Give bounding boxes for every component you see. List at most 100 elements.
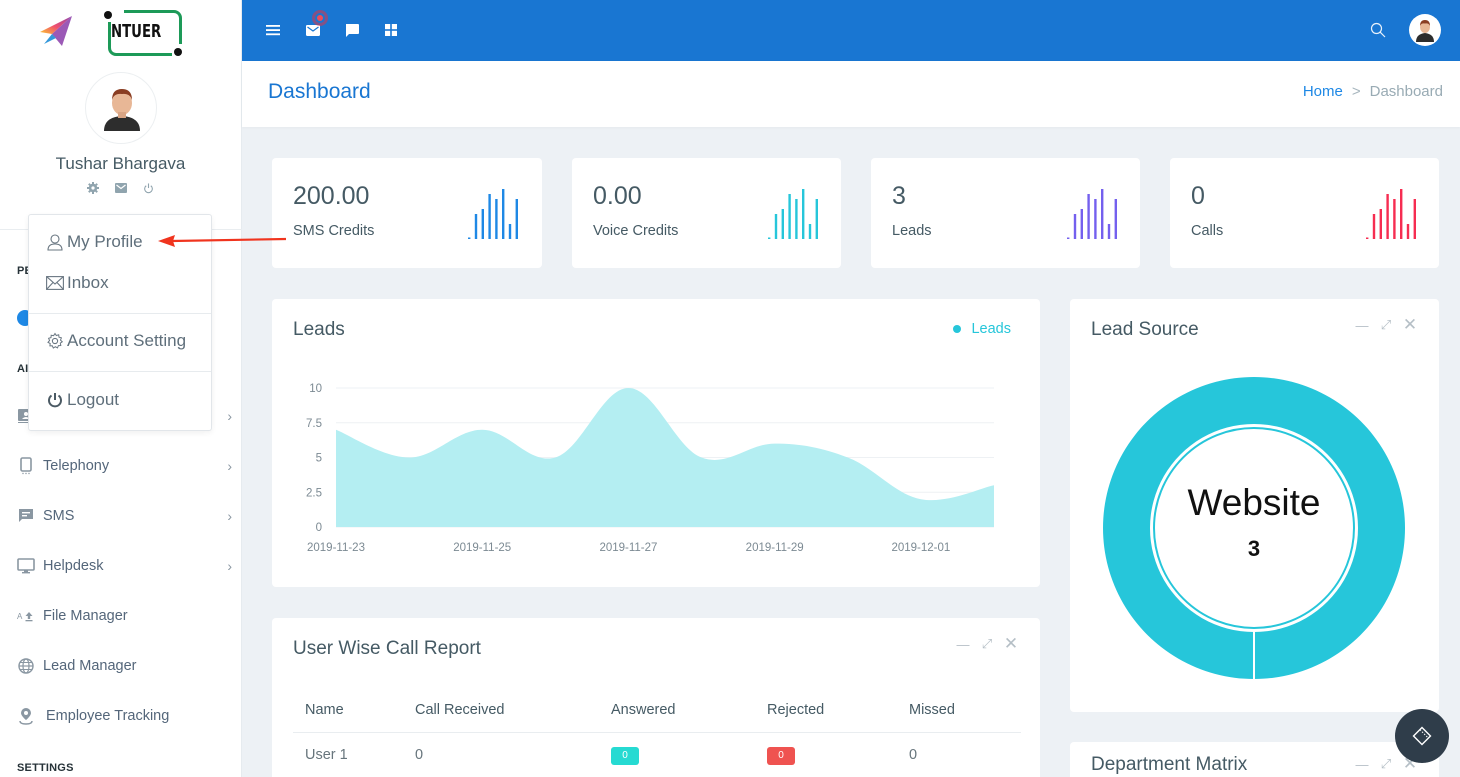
- lead-source-donut-chart: Website 3: [1103, 377, 1406, 679]
- sparkline-bar: [1080, 209, 1083, 239]
- y-tick-label: 5: [316, 453, 322, 465]
- mail-icon[interactable]: [114, 182, 127, 194]
- sparkline-bar: [1107, 224, 1111, 239]
- data-point[interactable]: [625, 385, 631, 391]
- svg-text:A: A: [17, 612, 23, 621]
- column-header-missed[interactable]: Missed: [897, 688, 1021, 733]
- user-name: Tushar Bhargava: [55, 154, 186, 173]
- x-tick-label: 2019-11-25: [453, 542, 511, 554]
- search-icon[interactable]: [1369, 21, 1387, 39]
- sidebar-item-file-manager[interactable]: A File Manager: [17, 601, 232, 631]
- sparkline-bar: [1101, 189, 1104, 239]
- sparkline-bar: [1393, 199, 1396, 239]
- cell-name: User 1: [305, 747, 348, 764]
- stat-label: Leads: [892, 223, 932, 239]
- stat-value: 200.00: [293, 182, 370, 210]
- chat-icon[interactable]: [343, 21, 361, 39]
- menu-item-inbox[interactable]: Inbox: [45, 273, 109, 293]
- column-header-call-received[interactable]: Call Received: [403, 688, 599, 733]
- user-avatar[interactable]: [84, 72, 157, 144]
- expand-icon[interactable]: ⤢: [980, 636, 994, 652]
- power-icon[interactable]: [143, 182, 155, 194]
- chevron-right-icon: ›: [227, 508, 232, 524]
- data-point[interactable]: [772, 441, 778, 447]
- chevron-right-icon: ›: [227, 458, 232, 474]
- sidebar-item-label: Telephony: [43, 458, 110, 474]
- menu-item-my-profile[interactable]: My Profile: [45, 232, 143, 252]
- data-point[interactable]: [918, 496, 924, 502]
- sparkline-bar: [1114, 199, 1117, 239]
- gear-icon[interactable]: [86, 182, 99, 194]
- donut-center-label: Website: [1188, 482, 1321, 523]
- sparkline-chart: [768, 189, 818, 239]
- data-point[interactable]: [699, 455, 705, 461]
- sparkline-chart: [1366, 189, 1416, 239]
- stat-value: 0.00: [593, 182, 642, 210]
- stat-card-calls: 0 Calls: [1170, 158, 1439, 268]
- call-report-card: User Wise Call Report — ⤢ ✕ Name Call Re…: [272, 618, 1040, 777]
- sidebar-item-helpdesk[interactable]: Helpdesk ›: [17, 551, 232, 581]
- menu-item-account-setting[interactable]: Account Setting: [45, 331, 186, 351]
- globe-icon: [17, 657, 35, 675]
- message-icon: [17, 507, 35, 525]
- data-point[interactable]: [552, 455, 558, 461]
- y-tick-label: 2.5: [306, 487, 322, 499]
- minimize-icon[interactable]: —: [956, 637, 970, 652]
- donut-center-value: 3: [1248, 536, 1260, 561]
- stat-label: Voice Credits: [593, 223, 679, 239]
- breadcrumb-separator: >: [1351, 83, 1361, 100]
- column-header-rejected[interactable]: Rejected: [755, 688, 897, 733]
- profile-avatar-button[interactable]: [1409, 14, 1441, 46]
- notification-dot: [317, 15, 323, 21]
- sidebar-item-label: Employee Tracking: [46, 708, 170, 724]
- ticket-icon: [1412, 726, 1432, 746]
- sidebar-item-employee-tracking[interactable]: Employee Tracking: [17, 701, 232, 731]
- sparkline-chart: [468, 189, 518, 239]
- sidebar-section-apps: AI: [17, 363, 29, 375]
- column-header-answered[interactable]: Answered: [599, 688, 755, 733]
- column-header-name[interactable]: Name: [293, 688, 403, 733]
- stat-card-leads: 3 Leads: [871, 158, 1140, 268]
- stat-label: SMS Credits: [293, 223, 375, 239]
- annotation-arrow-icon: [158, 235, 286, 247]
- x-tick-label: 2019-12-01: [891, 542, 950, 554]
- menu-divider: [29, 371, 211, 372]
- sidebar-item-telephony[interactable]: Telephony ›: [17, 451, 232, 481]
- brand-logo: NTUER: [102, 8, 184, 58]
- data-point[interactable]: [845, 455, 851, 461]
- sparkline-bar: [1379, 209, 1382, 239]
- sparkline-bar: [1406, 224, 1410, 239]
- menu-icon[interactable]: [264, 21, 282, 39]
- lead-source-card: Lead Source — ⤢ ✕ Website 3: [1070, 299, 1439, 712]
- inner-ring: [1153, 427, 1355, 629]
- menu-item-logout[interactable]: Logout: [45, 390, 119, 410]
- data-point[interactable]: [991, 482, 997, 488]
- sidebar-item-label: SMS: [43, 508, 75, 524]
- sparkline-bar: [768, 237, 771, 239]
- sparkline-bar: [481, 209, 484, 239]
- chevron-right-icon: ›: [227, 408, 232, 424]
- sparkline-bar: [1087, 194, 1090, 239]
- sparkline-bar: [495, 199, 498, 239]
- breadcrumb-home-link[interactable]: Home: [1303, 83, 1343, 100]
- sparkline-bar: [508, 224, 512, 239]
- breadcrumb: Home > Dashboard: [1303, 83, 1443, 100]
- cell-received: 0: [415, 747, 424, 764]
- data-point[interactable]: [333, 427, 339, 433]
- sparkline-bar: [468, 237, 471, 239]
- theme-settings-button[interactable]: [1395, 709, 1449, 763]
- minimize-icon[interactable]: —: [1355, 757, 1369, 772]
- data-point[interactable]: [479, 427, 485, 433]
- close-icon[interactable]: ✕: [1004, 634, 1018, 654]
- menu-divider: [29, 313, 211, 314]
- stat-card-voice-credits: 0.00 Voice Credits: [572, 158, 841, 268]
- logo-area[interactable]: NTUER: [0, 0, 241, 62]
- expand-icon[interactable]: ⤢: [1379, 756, 1393, 772]
- sparkline-bar: [808, 224, 812, 239]
- apps-grid-icon[interactable]: [382, 21, 400, 39]
- sidebar-item-lead-manager[interactable]: Lead Manager: [17, 651, 232, 681]
- power-icon: [45, 390, 65, 410]
- data-point[interactable]: [406, 455, 412, 461]
- sidebar-item-sms[interactable]: SMS ›: [17, 501, 232, 531]
- sparkline-bar: [1400, 189, 1403, 239]
